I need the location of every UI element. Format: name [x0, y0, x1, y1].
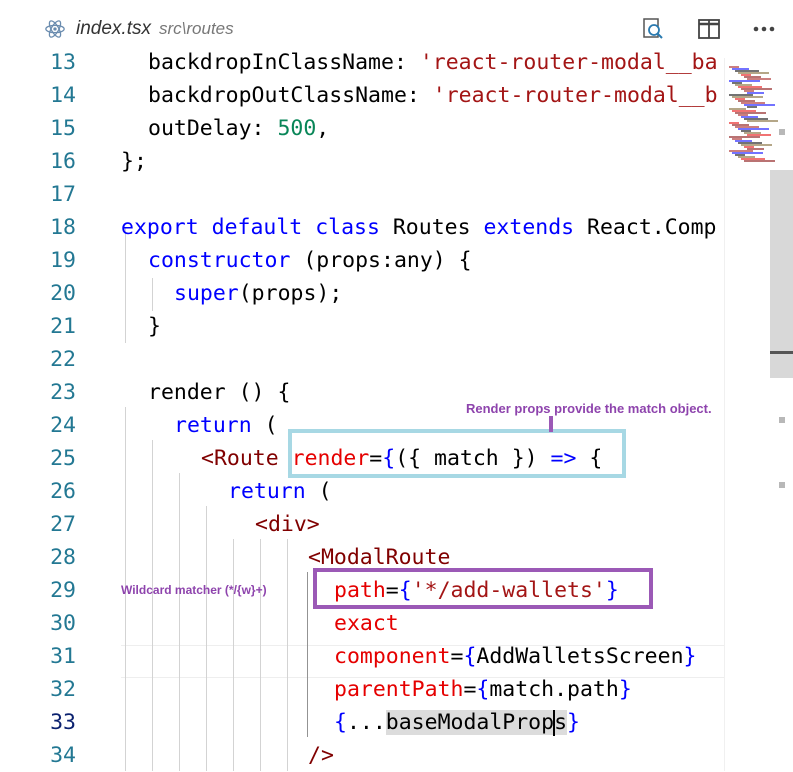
code-line[interactable]: 34 />: [0, 739, 793, 772]
line-number: 33: [50, 710, 76, 735]
split-editor-icon: [698, 19, 720, 39]
overview-ruler-mark: [779, 482, 785, 488]
search-references-button[interactable]: [638, 14, 668, 44]
code-line[interactable]: 30 exact: [0, 607, 793, 640]
minimap-line: [744, 160, 775, 162]
code-line[interactable]: 26 return (: [0, 475, 793, 508]
code-text[interactable]: export default class Routes extends Reac…: [121, 211, 724, 244]
code-text[interactable]: parentPath={match.path}: [334, 673, 724, 706]
tab-path: src\routes: [158, 19, 234, 38]
more-actions-icon: [753, 26, 775, 32]
callout-render-props-box: [288, 429, 626, 478]
code-text[interactable]: {...baseModalProps}: [334, 706, 724, 739]
line-number: 22: [50, 347, 76, 372]
line-number: 23: [50, 380, 76, 405]
line-number: 25: [50, 446, 76, 471]
line-number: 24: [50, 413, 76, 438]
line-number: 28: [50, 545, 76, 570]
line-number: 30: [50, 611, 76, 636]
code-text[interactable]: component={AddWalletsScreen}: [334, 640, 724, 673]
tab-filename: index.tsx: [76, 18, 151, 39]
code-line[interactable]: 18 export default class Routes extends Re…: [0, 211, 793, 244]
minimap-line: [747, 120, 778, 122]
line-number: 15: [50, 116, 76, 141]
line-number: 19: [50, 248, 76, 273]
overview-ruler-mark: [779, 417, 785, 423]
code-line[interactable]: 27 <div>: [0, 508, 793, 541]
code-line[interactable]: 20 super(props);: [0, 277, 793, 310]
code-text[interactable]: />: [308, 739, 724, 772]
line-number: 32: [50, 677, 76, 702]
line-number: 26: [50, 479, 76, 504]
code-line[interactable]: 13 backdropInClassName: 'react-router-mod…: [0, 46, 793, 79]
minimap[interactable]: [724, 58, 793, 771]
code-line[interactable]: 22: [0, 343, 793, 376]
line-number: 14: [50, 83, 76, 108]
code-text[interactable]: backdropInClassName: 'react-router-modal…: [148, 46, 724, 79]
more-actions-button[interactable]: [749, 14, 779, 44]
callout-wildcard-box: [313, 568, 653, 609]
line-number: 29: [50, 578, 76, 603]
annotation-render-props: Render props provide the match object.: [466, 401, 712, 416]
code-text[interactable]: <div>: [255, 508, 724, 541]
line-number: 16: [50, 149, 76, 174]
react-icon: [45, 20, 65, 38]
code-line[interactable]: 31 component={AddWalletsScreen}: [0, 640, 793, 673]
annotation-wildcard: Wildcard matcher (*/{w}+): [121, 583, 267, 597]
code-line[interactable]: 33 {...baseModalProps}: [0, 706, 793, 739]
code-text[interactable]: super(props);: [174, 277, 724, 310]
code-text[interactable]: exact: [334, 607, 724, 640]
code-line[interactable]: 17: [0, 178, 793, 211]
code-line[interactable]: 14 backdropOutClassName: 'react-router-mo…: [0, 79, 793, 112]
code-line[interactable]: 16};: [0, 145, 793, 178]
code-text[interactable]: backdropOutClassName: 'react-router-moda…: [148, 79, 724, 112]
minimap-line: [747, 106, 757, 108]
code-text[interactable]: outDelay: 500,: [148, 112, 724, 145]
callout-pointer: [549, 416, 553, 432]
overview-ruler-mark: [779, 129, 785, 135]
code-line[interactable]: 32 parentPath={match.path}: [0, 673, 793, 706]
split-editor-button[interactable]: [694, 14, 724, 44]
code-text[interactable]: constructor (props:any) {: [148, 244, 724, 277]
line-number: 31: [50, 644, 76, 669]
line-number: 17: [50, 182, 76, 207]
code-line[interactable]: 21}: [0, 310, 793, 343]
scrollbar-position-marker: [770, 351, 793, 354]
search-references-icon: [643, 18, 663, 39]
line-number: 27: [50, 512, 76, 537]
line-number: 18: [50, 215, 76, 240]
scrollbar-thumb[interactable]: [770, 170, 793, 378]
line-number: 13: [50, 50, 76, 75]
code-line[interactable]: 15 outDelay: 500,: [0, 112, 793, 145]
line-number: 20: [50, 281, 76, 306]
code-line[interactable]: 19 constructor (props:any) {: [0, 244, 793, 277]
line-number: 34: [50, 743, 76, 768]
code-text[interactable]: }: [148, 310, 724, 343]
line-number: 21: [50, 314, 76, 339]
code-text[interactable]: return (: [228, 475, 724, 508]
code-text[interactable]: };: [121, 145, 724, 178]
